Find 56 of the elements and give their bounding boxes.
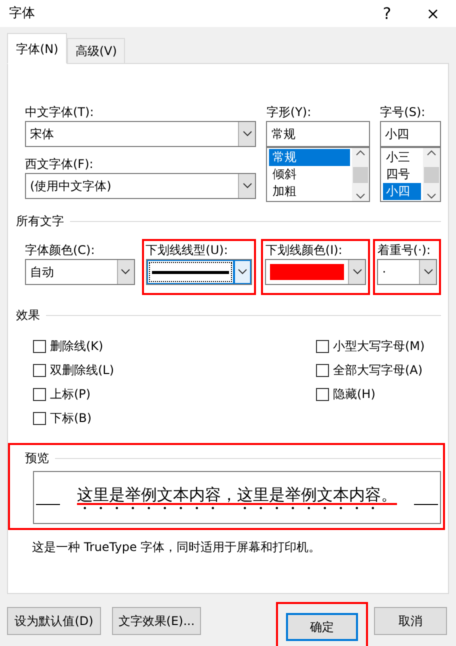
preview-text: 这里是举例文本内容，这里是举例文本内容。 — [77, 484, 397, 506]
field-label: 字形(Y): — [266, 104, 312, 121]
chevron-down-icon — [352, 269, 362, 275]
list-item[interactable]: 四号 — [383, 166, 421, 183]
close-button[interactable]: × — [418, 6, 448, 22]
list-item[interactable]: 加粗 — [269, 183, 350, 200]
chevron-down-icon — [121, 269, 130, 275]
window-title: 字体 — [8, 4, 36, 23]
list-item[interactable]: 小四 — [383, 183, 421, 200]
help-button[interactable]: ? — [372, 6, 402, 22]
description-text: 这是一种 TrueType 字体，同时适用于屏幕和打印机。 — [32, 539, 322, 556]
field-label: 中文字体(T): — [25, 104, 95, 121]
checkbox[interactable]: 小型大写字母(M) — [316, 337, 441, 355]
field-label: 西文字体(F): — [25, 156, 94, 173]
scroll-down-icon[interactable] — [427, 193, 436, 199]
scroll-thumb[interactable] — [424, 166, 439, 182]
section-title: 效果 — [16, 307, 40, 324]
checkbox[interactable]: 全部大写字母(A) — [316, 361, 441, 379]
dropdown[interactable] — [146, 259, 252, 285]
field-label: 着重号(·): — [377, 242, 432, 259]
list-item[interactable]: 小三 — [383, 149, 421, 166]
checkbox[interactable]: 上标(P) — [33, 385, 316, 403]
tab[interactable]: 高级(V) — [67, 38, 125, 64]
dropdown[interactable]: (使用中文字体) — [25, 173, 256, 199]
chevron-down-icon — [424, 269, 432, 275]
dropdown[interactable]: 宋体 — [25, 121, 256, 147]
text-field[interactable]: 小四 — [380, 121, 441, 147]
text-field[interactable]: 常规 — [266, 121, 370, 147]
field-label: 下划线线型(U): — [146, 242, 229, 259]
checkbox[interactable]: 下标(B) — [33, 409, 316, 427]
scroll-up-icon[interactable] — [356, 150, 366, 156]
scroll-up-icon[interactable] — [427, 150, 436, 156]
underline-sample — [414, 504, 438, 505]
checkbox[interactable]: 双删除线(L) — [33, 361, 316, 379]
button[interactable]: 设为默认值(D) — [7, 607, 101, 635]
dropdown[interactable]: · — [377, 259, 437, 285]
scroll-down-icon[interactable] — [356, 193, 366, 199]
button[interactable]: 文字效果(E)... — [112, 607, 201, 635]
dropdown[interactable]: 自动 — [25, 259, 135, 285]
button[interactable]: 确定 — [286, 613, 358, 641]
button[interactable]: 取消 — [374, 607, 447, 635]
list-item[interactable]: 倾斜 — [269, 166, 350, 183]
checkbox[interactable]: 删除线(K) — [33, 337, 316, 355]
chevron-down-icon — [242, 131, 252, 137]
field-label: 字体颜色(C): — [25, 242, 96, 259]
list-item[interactable]: 常规 — [269, 149, 350, 166]
chevron-down-icon — [238, 269, 248, 275]
section-title: 所有文字 — [16, 213, 64, 230]
underline-sample — [36, 504, 60, 505]
section-title: 预览 — [25, 450, 49, 467]
chevron-down-icon — [242, 183, 252, 189]
checkbox[interactable]: 隐藏(H) — [316, 385, 441, 403]
tab[interactable]: 字体(N) — [7, 33, 68, 64]
scroll-thumb[interactable] — [353, 166, 368, 182]
field-label: 字号(S): — [380, 104, 426, 121]
field-label: 下划线颜色(I): — [265, 242, 344, 259]
